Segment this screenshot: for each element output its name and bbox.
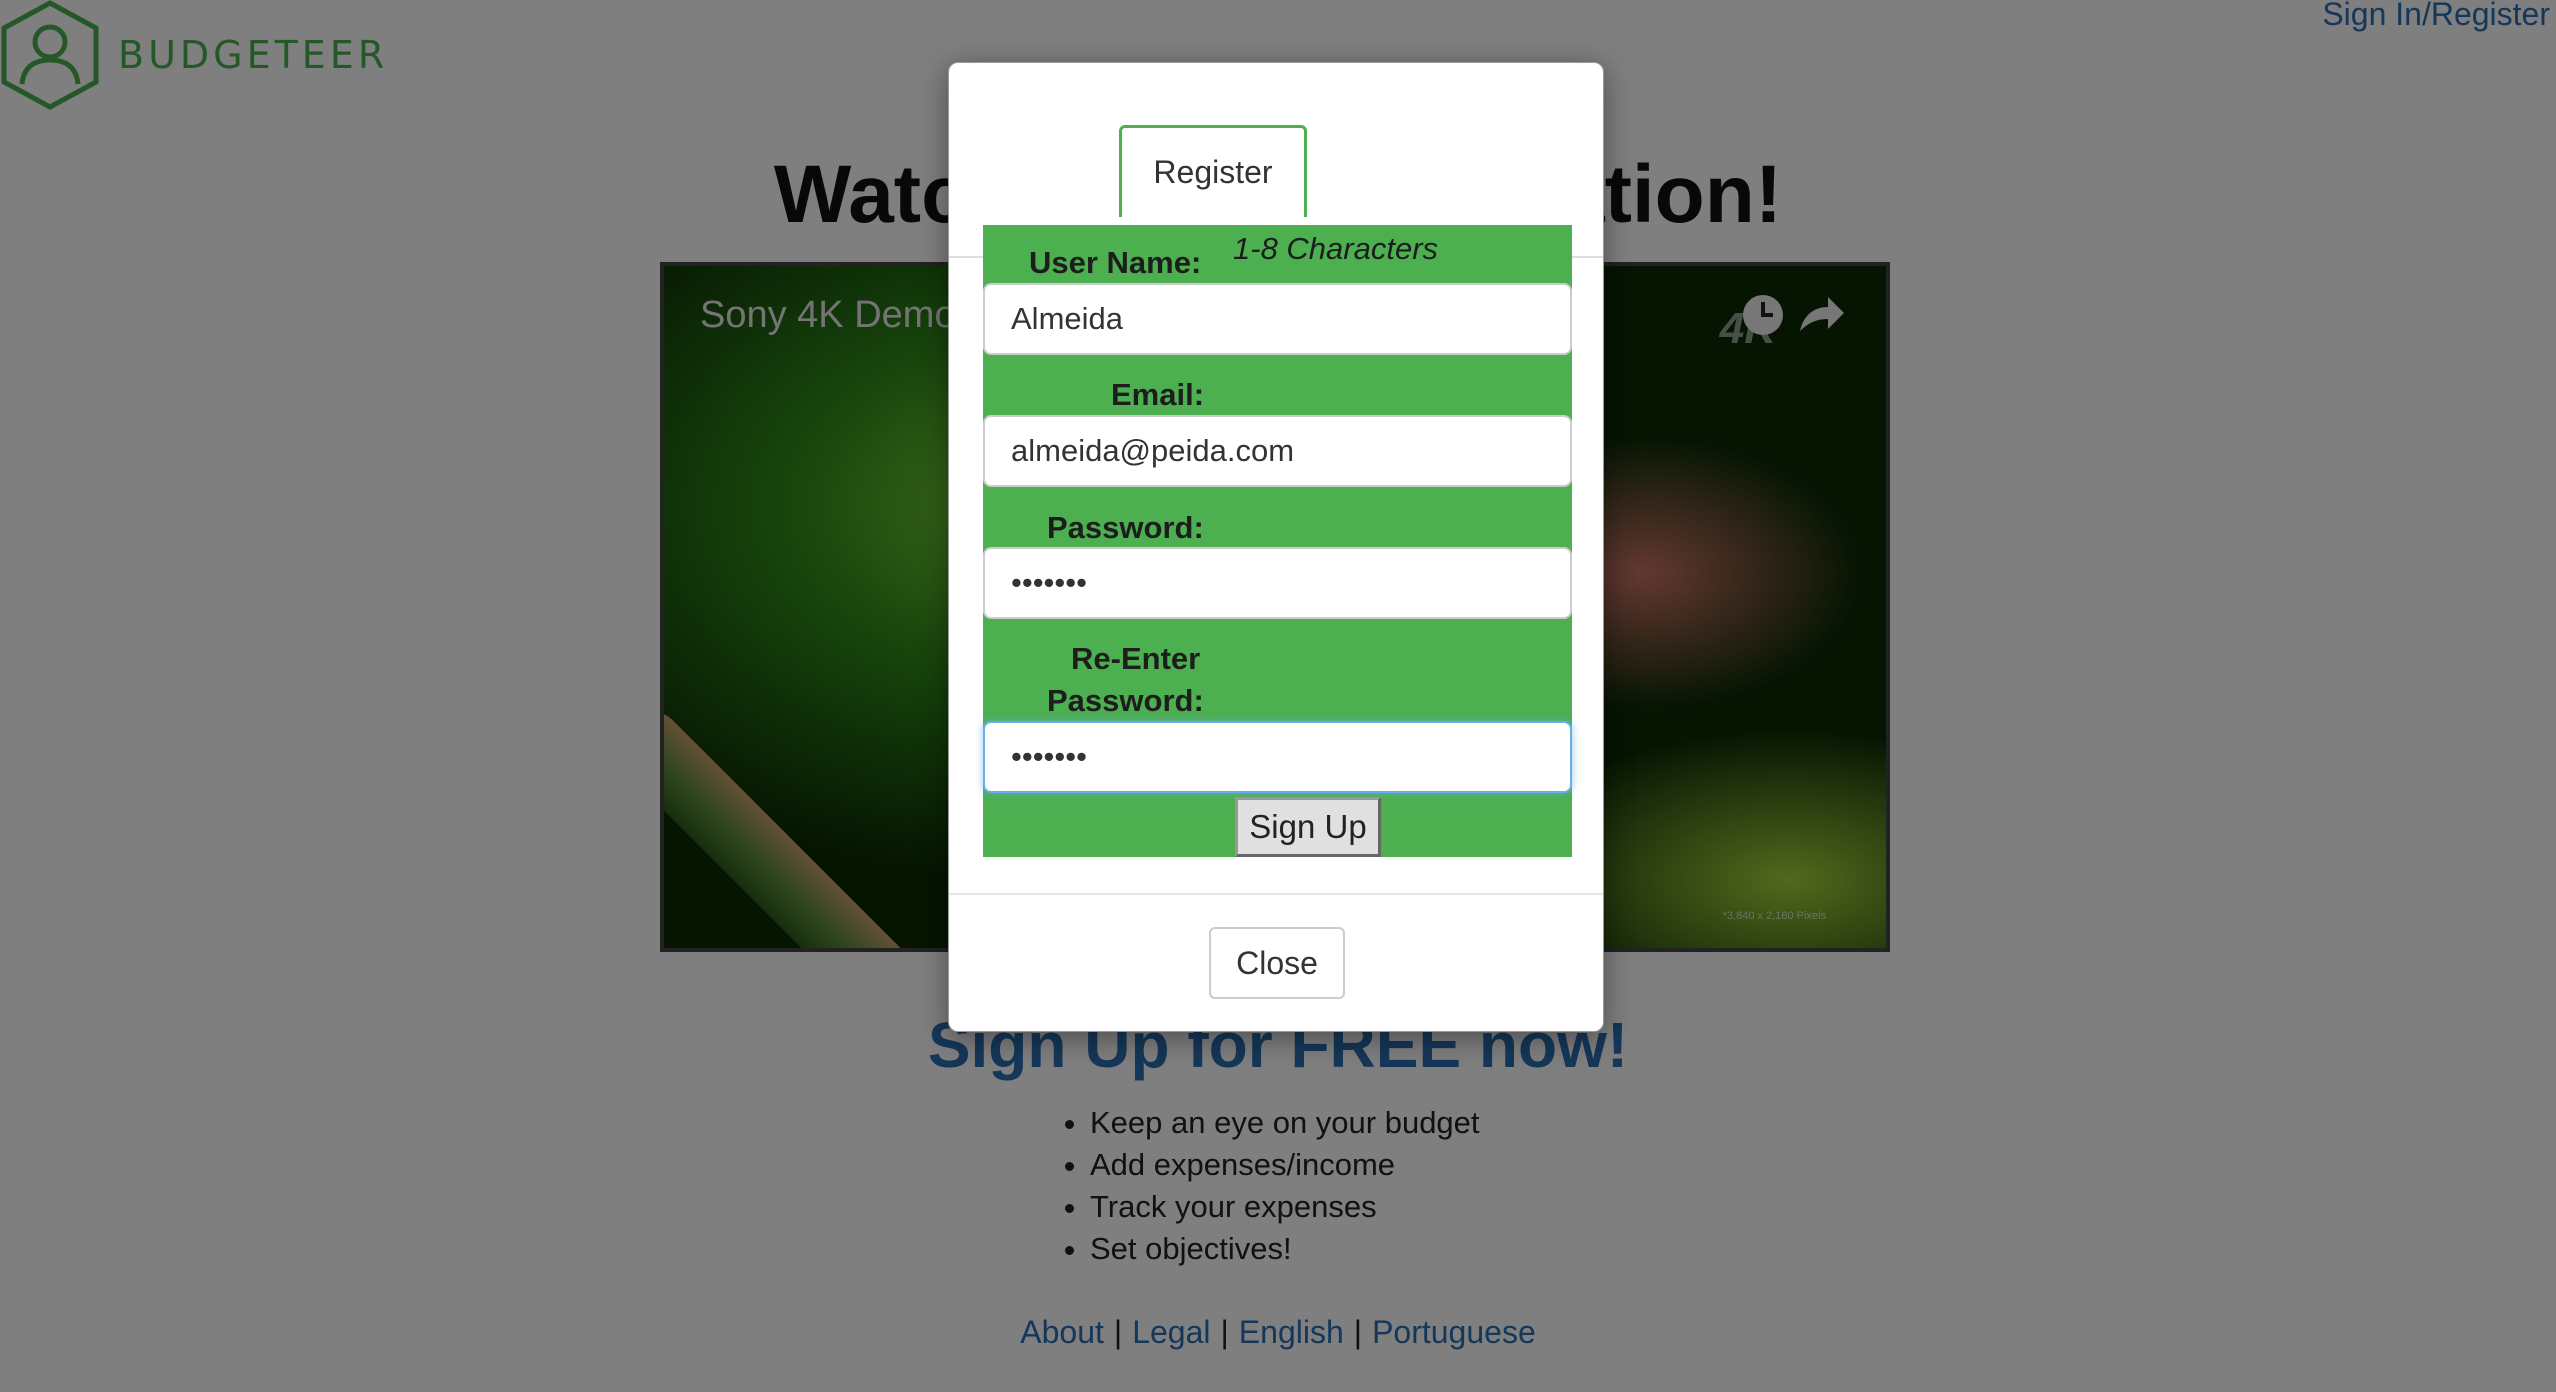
signup-button[interactable]: Sign Up — [1235, 797, 1381, 857]
close-button[interactable]: Close — [1209, 927, 1345, 999]
email-label: Email: — [1111, 377, 1205, 412]
password-input[interactable] — [983, 547, 1572, 619]
reenter-password-input[interactable] — [983, 721, 1572, 793]
reenter-label-line2: Password: — [1047, 683, 1204, 718]
register-form: User Name: 1-8 Characters Email: Passwor… — [983, 225, 1572, 857]
username-label: User Name: — [1029, 245, 1202, 280]
email-input[interactable] — [983, 415, 1572, 487]
tab-register[interactable]: Register — [1119, 125, 1307, 217]
register-modal: Register User Name: 1-8 Characters Email… — [948, 62, 1604, 1032]
username-input[interactable] — [983, 283, 1572, 355]
password-label: Password: — [1047, 510, 1204, 545]
username-hint: 1-8 Characters — [1233, 231, 1439, 266]
reenter-label-line1: Re-Enter — [1071, 641, 1201, 676]
modal-footer-divider — [949, 893, 1603, 895]
